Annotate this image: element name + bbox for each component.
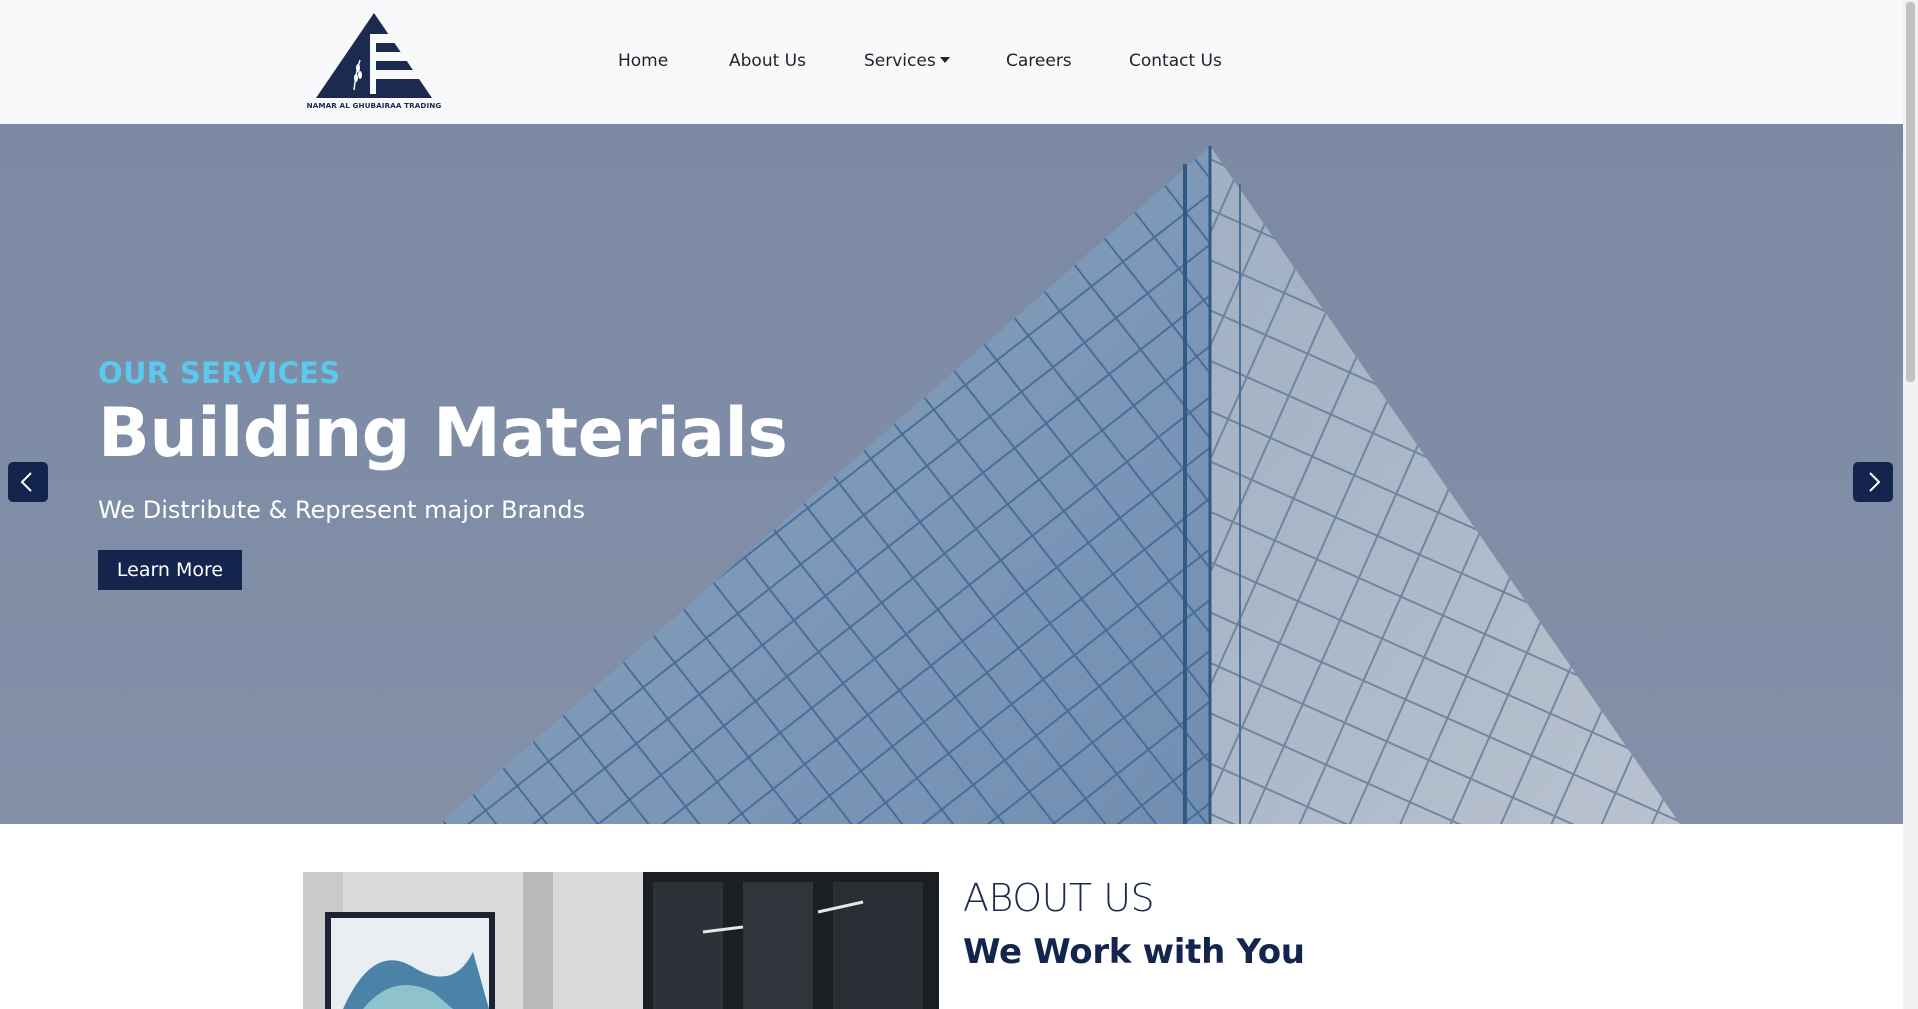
nav-item-services[interactable]: Services — [864, 47, 950, 75]
logo-mark-icon — [316, 13, 432, 98]
page: NAMAR AL GHUBAIRAA TRADING Home About Us… — [0, 0, 1918, 1009]
logo-caption: NAMAR AL GHUBAIRAA TRADING — [306, 101, 442, 110]
carousel-prev-button[interactable] — [8, 462, 48, 502]
caret-down-icon — [939, 57, 950, 63]
carousel-next-button[interactable] — [1853, 462, 1893, 502]
nav-item-careers[interactable]: Careers — [1006, 47, 1072, 75]
nav-item-contact-us[interactable]: Contact Us — [1129, 47, 1222, 75]
page-scrollbar[interactable] — [1903, 0, 1918, 1009]
hero-background-image — [0, 124, 1903, 824]
hero-carousel: OUR SERVICES Building Materials We Distr… — [0, 124, 1903, 824]
learn-more-button[interactable]: Learn More — [98, 550, 242, 590]
hero-title: Building Materials — [98, 394, 788, 473]
nav-item-about-us[interactable]: About Us — [729, 47, 806, 75]
scrollbar-thumb[interactable] — [1906, 2, 1915, 382]
about-subheading: We Work with You — [963, 932, 1305, 972]
site-header: NAMAR AL GHUBAIRAA TRADING Home About Us… — [0, 0, 1903, 124]
chevron-right-icon — [1869, 472, 1881, 492]
nav-item-services-label: Services — [864, 51, 936, 71]
hero-eyebrow: OUR SERVICES — [98, 356, 341, 390]
about-image — [303, 872, 939, 1009]
about-heading: ABOUT US — [963, 876, 1155, 920]
office-photo — [303, 872, 939, 1009]
nav-item-home[interactable]: Home — [618, 47, 668, 75]
logo[interactable]: NAMAR AL GHUBAIRAA TRADING — [304, 10, 444, 112]
chevron-left-icon — [20, 472, 32, 492]
hero-subtitle: We Distribute & Represent major Brands — [98, 496, 586, 524]
